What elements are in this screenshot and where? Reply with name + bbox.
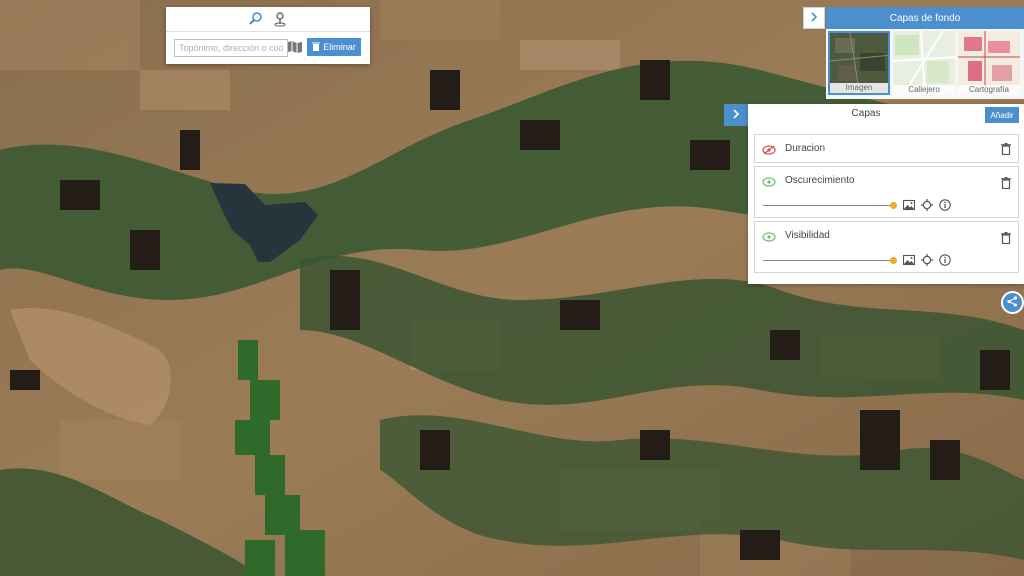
search-input[interactable]: [174, 39, 288, 57]
trash-icon[interactable]: [1001, 232, 1011, 245]
image-icon[interactable]: [902, 199, 916, 211]
basemap-option-label: Cartografía: [958, 85, 1020, 95]
eye-icon[interactable]: [762, 176, 776, 187]
basemap-title: Capas de fondo: [889, 12, 961, 24]
map-icon[interactable]: [287, 39, 303, 55]
trash-icon[interactable]: [1001, 143, 1011, 156]
basemap-option-callejero[interactable]: Callejero: [893, 31, 955, 95]
eye-hidden-icon[interactable]: [762, 144, 776, 155]
info-icon[interactable]: [939, 199, 951, 211]
eye-icon[interactable]: [762, 231, 776, 242]
basemap-option-cartografia[interactable]: Cartografía: [958, 31, 1020, 95]
search-icon[interactable]: [248, 11, 264, 27]
basemap-option-imagen[interactable]: Imagen: [828, 31, 890, 95]
layer-name: Oscurecimiento: [785, 175, 855, 186]
slider-track: [763, 260, 893, 261]
add-layer-button[interactable]: Añadir: [985, 107, 1019, 123]
search-panel: Eliminar: [166, 7, 370, 64]
info-icon[interactable]: [939, 254, 951, 266]
image-icon[interactable]: [902, 254, 916, 266]
search-tabs: [166, 7, 370, 32]
layer-item-visibilidad: Visibilidad: [754, 221, 1019, 273]
chevron-right-icon: [731, 108, 741, 122]
basemap-option-label: Callejero: [893, 85, 955, 95]
slider-thumb[interactable]: [890, 257, 897, 264]
delete-button[interactable]: Eliminar: [307, 38, 361, 56]
slider-thumb[interactable]: [890, 202, 897, 209]
opacity-slider[interactable]: [763, 257, 897, 264]
layers-title: Capas: [851, 108, 881, 119]
share-icon: [1007, 295, 1018, 310]
crosshair-icon[interactable]: [921, 199, 933, 211]
layers-toggle-button[interactable]: [724, 104, 748, 126]
basemap-toggle-button[interactable]: [803, 7, 825, 29]
share-button[interactable]: [1001, 291, 1024, 314]
trash-icon: [312, 42, 321, 53]
layer-item-oscurecimiento: Oscurecimiento: [754, 166, 1019, 218]
layer-name: Duracion: [785, 143, 826, 154]
basemap-option-label: Imagen: [830, 83, 888, 93]
layers-panel: Capas Añadir Duracion Oscurecimiento Vis…: [748, 104, 1024, 284]
trash-icon[interactable]: [1001, 177, 1011, 190]
basemap-options: Imagen Callejero Cartografía: [826, 29, 1024, 99]
slider-track: [763, 205, 893, 206]
opacity-slider[interactable]: [763, 202, 897, 209]
basemap-header: Capas de fondo: [826, 7, 1024, 29]
delete-button-label: Eliminar: [323, 42, 356, 52]
chevron-right-icon: [809, 11, 819, 25]
layer-item-duracion: Duracion: [754, 134, 1019, 163]
pin-icon[interactable]: [272, 11, 288, 27]
crosshair-icon[interactable]: [921, 254, 933, 266]
layer-name: Visibilidad: [785, 230, 830, 241]
